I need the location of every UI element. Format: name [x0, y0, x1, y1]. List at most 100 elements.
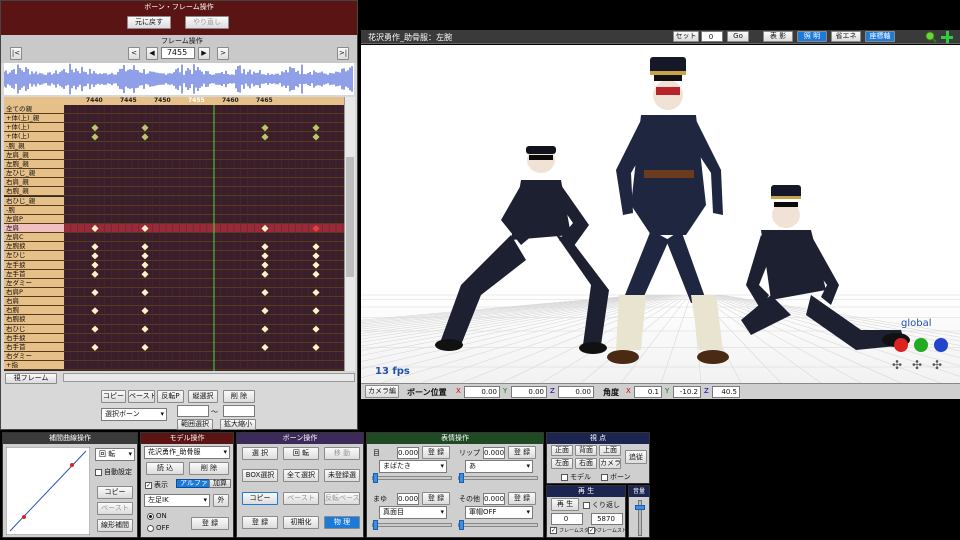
curve-type-dropdown[interactable]: 回 転 — [95, 448, 135, 461]
keyframe-marker[interactable] — [91, 307, 99, 315]
keyframe-marker[interactable] — [141, 252, 149, 260]
move-z-icon[interactable]: ✣ — [932, 358, 948, 372]
keyframe-marker[interactable] — [261, 133, 269, 141]
first-frame-button[interactable]: |< — [10, 47, 22, 60]
range-select-button[interactable]: 範囲選択 — [177, 419, 213, 430]
repeat-checkbox[interactable]: くり返し — [583, 500, 620, 510]
camera-edit-tab[interactable]: カメラ編 — [365, 385, 399, 398]
physics-button[interactable]: 物 理 — [324, 516, 360, 529]
keyframe-marker[interactable] — [312, 243, 320, 251]
bone-register-button[interactable]: 登 録 — [242, 516, 278, 529]
keyframe-marker[interactable] — [261, 343, 269, 351]
eye-register-button[interactable]: 登 録 — [422, 446, 450, 459]
keyframe-marker[interactable] — [312, 325, 320, 333]
eye-value-input[interactable]: 0.000 — [397, 447, 419, 459]
bone-select-dropdown[interactable]: 選択ボーン — [101, 408, 167, 421]
pos-x-input[interactable]: 0.00 — [464, 386, 500, 398]
bone-copy-button[interactable]: コピー — [242, 492, 278, 505]
outer-button[interactable]: 外 — [213, 494, 229, 507]
keyframe-marker[interactable] — [91, 288, 99, 297]
keyframe-marker[interactable] — [312, 288, 320, 297]
brow-morph-dropdown[interactable]: 真面目 — [379, 506, 447, 519]
add-icon[interactable] — [941, 31, 953, 43]
view-front-button[interactable]: 正面 — [551, 445, 573, 456]
go-button[interactable]: Go — [727, 31, 749, 42]
keyframe-marker[interactable] — [141, 243, 149, 251]
keyframe-marker[interactable] — [312, 307, 320, 315]
view-top-button[interactable]: 上面 — [599, 445, 621, 456]
keyframe-marker[interactable] — [91, 243, 99, 251]
keyframe-marker[interactable] — [141, 288, 149, 297]
bone-paste-button[interactable]: ペースト — [283, 492, 319, 505]
frame-number-input[interactable]: 7455 — [161, 47, 195, 59]
keyframe-marker[interactable] — [141, 224, 149, 232]
foot-ik-dropdown[interactable]: 左足IK — [144, 494, 210, 507]
keyframe-marker[interactable] — [141, 133, 149, 141]
bone-reverse-paste-button[interactable]: 反転ペースト — [324, 492, 360, 505]
paste-button[interactable]: ペースト — [128, 390, 155, 403]
search-icon[interactable] — [925, 31, 937, 43]
load-model-button[interactable]: 読 込 — [146, 462, 184, 475]
interpolation-curve[interactable] — [6, 447, 90, 535]
pos-y-input[interactable]: 0.00 — [511, 386, 547, 398]
keyframe-marker[interactable] — [91, 261, 99, 269]
brow-value-input[interactable]: 0.000 — [397, 493, 419, 505]
keyframe-marker[interactable] — [91, 224, 99, 232]
bone-move-button[interactable]: 移 動 — [324, 447, 360, 460]
auto-set-checkbox[interactable]: 自動設定 — [95, 467, 132, 477]
on-radio[interactable]: ON — [147, 512, 167, 520]
keyframe-marker[interactable] — [312, 133, 320, 141]
prev-key-button[interactable]: < — [128, 47, 140, 60]
keyframe-marker[interactable] — [312, 270, 320, 278]
curve-copy-button[interactable]: コピー — [97, 486, 133, 499]
bone-select-button[interactable]: 選 択 — [242, 447, 278, 460]
move-x-icon[interactable]: ✣ — [892, 358, 908, 372]
keyframe-marker[interactable] — [261, 325, 269, 333]
brow-slider[interactable] — [372, 520, 452, 530]
box-select-button[interactable]: BOX選択 — [242, 469, 278, 482]
view-back-button[interactable]: 背面 — [575, 445, 597, 456]
rotate-x-icon[interactable] — [894, 338, 908, 352]
reverse-paste-button[interactable]: 反転P — [157, 390, 184, 403]
lip-slider[interactable] — [458, 473, 538, 483]
rotate-z-icon[interactable] — [934, 338, 948, 352]
linear-interp-button[interactable]: 線形補間 — [97, 519, 133, 532]
keyframe-marker[interactable] — [141, 343, 149, 351]
shadow-button[interactable]: 表 影 — [763, 31, 793, 42]
vertical-select-button[interactable]: 縦選択 — [188, 390, 218, 403]
keyframe-marker[interactable] — [141, 325, 149, 333]
delete-frame-button[interactable]: 削 除 — [223, 390, 255, 403]
eye-slider-knob[interactable] — [373, 473, 378, 483]
zoom-button[interactable]: 拡大縮小 — [220, 419, 256, 430]
model-select-dropdown[interactable]: 花沢勇作_助骨服 — [144, 446, 230, 459]
view-bone-radio[interactable]: ボーン — [601, 472, 631, 482]
play-button[interactable]: 再 生 — [551, 498, 579, 511]
view-frame-button[interactable]: 視フレーム — [5, 373, 57, 384]
timeline-vscroll[interactable] — [344, 97, 355, 371]
curve-paste-button[interactable]: ペースト — [97, 502, 133, 515]
other-register-button[interactable]: 登 録 — [508, 492, 536, 505]
prev-frame-button[interactable]: ◀ — [146, 47, 158, 60]
eye-slider[interactable] — [372, 473, 452, 483]
other-slider-knob[interactable] — [459, 520, 464, 530]
keyframe-marker[interactable] — [261, 243, 269, 251]
keyframe-marker[interactable] — [261, 261, 269, 269]
eco-button[interactable]: 省エネ — [831, 31, 861, 42]
keyframe-marker[interactable] — [261, 252, 269, 260]
keyframe-marker[interactable] — [261, 288, 269, 297]
keyframe-marker[interactable] — [141, 307, 149, 315]
alpha-toggle[interactable]: アルファ — [176, 479, 212, 488]
range-start-input[interactable] — [177, 405, 209, 417]
keyframe-marker[interactable] — [91, 124, 99, 132]
set-frame-input[interactable]: 0 — [701, 31, 723, 42]
unregistered-select-button[interactable]: 未登録選 — [324, 469, 360, 482]
keyframe-marker[interactable] — [91, 343, 99, 351]
view-left-button[interactable]: 左面 — [551, 458, 573, 469]
keyframe-marker[interactable] — [141, 270, 149, 278]
lip-value-input[interactable]: 0.000 — [483, 447, 505, 459]
keyframe-marker[interactable] — [141, 124, 149, 132]
move-y-icon[interactable]: ✣ — [912, 358, 928, 372]
lighting-button[interactable]: 照 明 — [797, 31, 827, 42]
eye-morph-dropdown[interactable]: まばたき — [379, 460, 447, 473]
keyframe-marker[interactable] — [91, 252, 99, 260]
